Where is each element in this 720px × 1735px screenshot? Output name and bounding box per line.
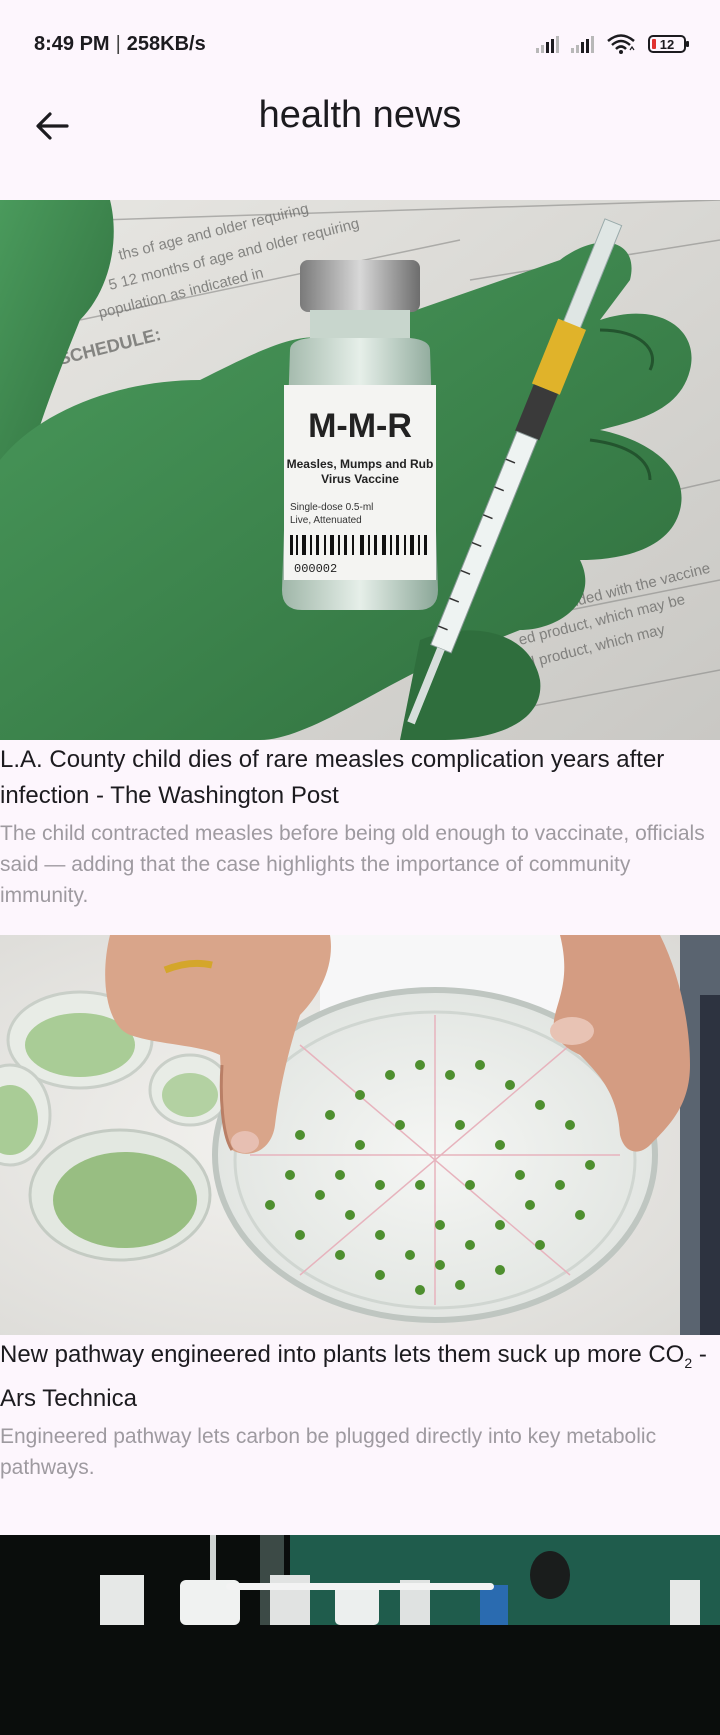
vaccine-vial-photo: ths of age and older requiring 5 12 mont…: [0, 200, 720, 740]
home-indicator[interactable]: [226, 1583, 494, 1590]
article-image[interactable]: [0, 1535, 720, 1735]
article-image[interactable]: [0, 935, 720, 1335]
wifi-icon: [607, 34, 635, 54]
article-title-subscript: 2: [684, 1354, 693, 1371]
lab-equipment-photo: [0, 1535, 720, 1735]
status-net-speed: 258KB/s: [126, 32, 206, 55]
status-right: 12: [536, 33, 689, 55]
page-title: health news: [258, 94, 462, 136]
news-feed[interactable]: ths of age and older requiring 5 12 mont…: [0, 200, 720, 1735]
vial-code: 000002: [294, 562, 337, 576]
news-article[interactable]: ths of age and older requiring 5 12 mont…: [0, 200, 720, 935]
vial-line1: Measles, Mumps and Rub: [287, 457, 434, 471]
status-bar: 8:49 PM | 258KB/s 12: [0, 0, 720, 88]
article-title[interactable]: L.A. County child dies of rare measles c…: [0, 740, 720, 814]
vial-line2: Virus Vaccine: [321, 472, 399, 486]
vial-small1: Single-dose 0.5-ml: [290, 502, 373, 513]
article-title-main: New pathway engineered into plants lets …: [0, 1341, 685, 1368]
vial-small2: Live, Attenuated: [290, 515, 362, 526]
signal-1-icon: [536, 35, 559, 53]
signal-2-icon: [571, 35, 594, 53]
vial-brand: M-M-R: [308, 407, 412, 445]
article-image[interactable]: ths of age and older requiring 5 12 mont…: [0, 200, 720, 740]
article-title[interactable]: New pathway engineered into plants lets …: [0, 1335, 720, 1417]
battery-level: 12: [659, 36, 675, 52]
news-article[interactable]: New pathway engineered into plants lets …: [0, 935, 720, 1535]
status-separator: |: [115, 32, 121, 55]
battery-icon: 12: [648, 35, 689, 53]
article-description: The child contracted measles before bein…: [0, 822, 705, 907]
article-description: Engineered pathway lets carbon be plugge…: [0, 1424, 657, 1479]
status-left: 8:49 PM | 258KB/s: [34, 33, 206, 56]
app-bar: health news: [0, 88, 720, 200]
news-article[interactable]: [0, 1535, 720, 1735]
petri-dish-photo: [0, 935, 720, 1335]
status-time: 8:49 PM: [34, 32, 110, 55]
